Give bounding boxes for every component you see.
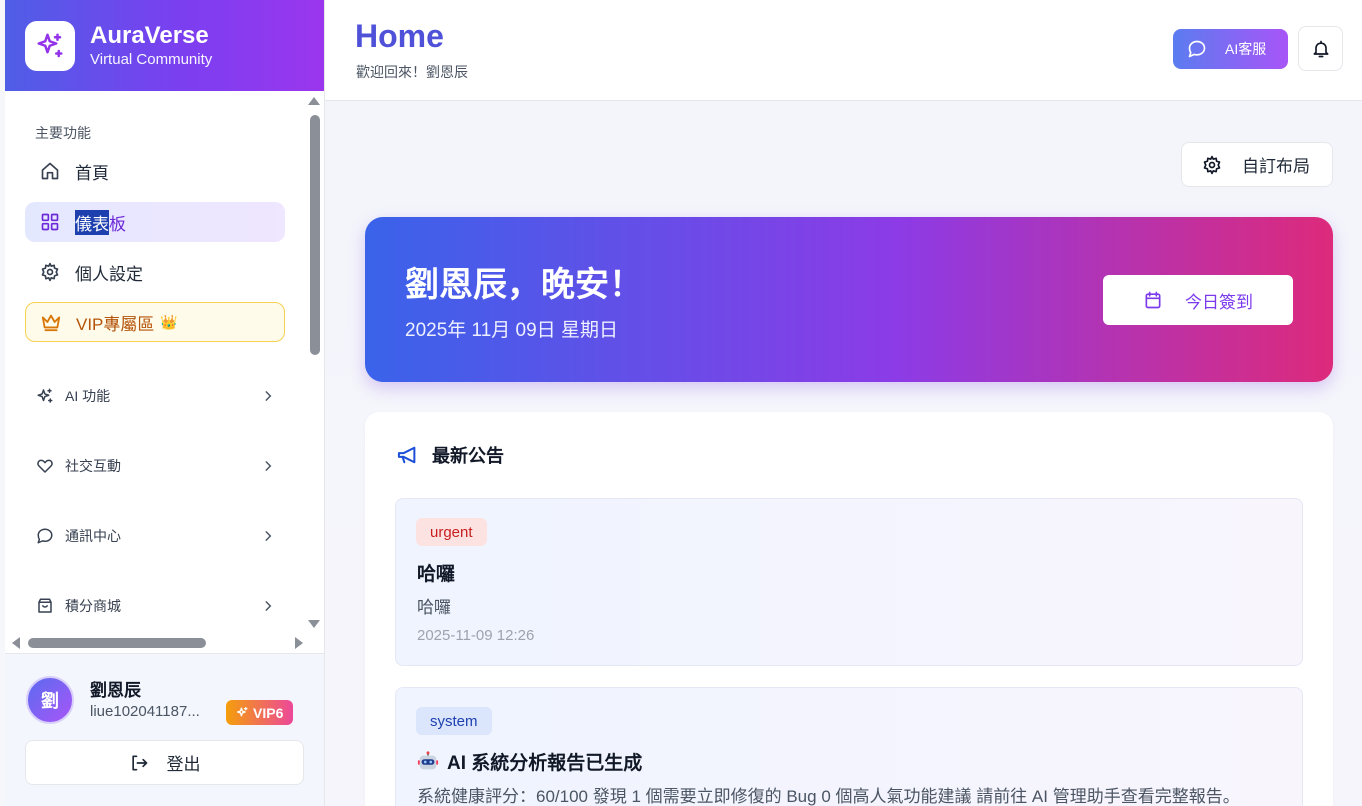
gear-icon [1202,155,1222,175]
crown-emoji-icon: 👑 [160,313,178,330]
gear-icon [39,261,61,283]
announcements-header: 最新公告 [396,442,504,468]
scroll-left-arrow[interactable] [12,637,20,649]
sparkles-logo-icon [25,20,75,71]
user-id: liue102041187... [90,703,200,720]
bell-icon [1311,39,1331,59]
chevron-right-icon [261,459,275,473]
sidebar-group-label: 社交互動 [65,458,121,474]
crown-icon [40,311,62,333]
sidebar-item-dashboard[interactable]: 儀表板 [25,202,285,242]
top-bar: Home 歡迎回來！劉恩辰 AI客服 [325,0,1362,101]
sidebar-item-settings[interactable]: 個人設定 [25,252,285,292]
announcement-time: 2025-11-09 12:26 [417,627,535,644]
chat-icon [35,526,55,546]
greeting-date: 2025年 11月 09日 星期日 [405,320,618,341]
vertical-scrollbar-thumb[interactable] [310,115,320,355]
user-panel: 劉 劉恩辰 liue102041187... VIP6 登出 [5,653,324,806]
dashboard-icon [39,211,61,233]
calendar-icon [1143,290,1163,310]
sidebar-group-label: AI 功能 [65,388,111,404]
main-content: 自訂布局 劉恩辰，晚安！ 2025年 11月 09日 星期日 今日簽到 最新公告… [325,101,1362,806]
announcements-card: 最新公告 urgent 哈囉 哈囉 2025-11-09 12:26 syste… [365,412,1333,806]
sidebar-item-label: VIP專屬區 [76,314,155,334]
brand-subtitle: Virtual Community [90,50,213,68]
sidebar-group-label: 通訊中心 [65,528,121,544]
welcome-message: 歡迎回來！劉恩辰 [356,64,468,80]
megaphone-icon [396,445,420,465]
robot-icon [417,750,439,769]
announcement-body: 系統健康評分：60/100 發現 1 個需要立即修復的 Bug 0 個高人氣功能… [417,787,1240,806]
sidebar-group-shop[interactable]: 積分商城 [35,591,275,621]
sidebar-item-label: 首頁 [75,163,109,183]
sidebar-item-label: 板 [109,214,126,234]
brand-header[interactable]: AuraVerse Virtual Community [5,0,324,91]
ai-service-label: AI客服 [1225,41,1267,57]
announcement-item[interactable]: urgent 哈囉 哈囉 2025-11-09 12:26 [395,498,1303,666]
announcement-title: AI 系統分析報告已生成 [417,748,642,775]
sidebar-nav: 主要功能 首頁 儀表板 個人設定 VIP專屬區 👑 AI 功能 社交互動 通訊中… [5,91,324,636]
scroll-right-arrow[interactable] [295,637,303,649]
sidebar-item-vip[interactable]: VIP專屬區 👑 [25,302,285,342]
sidebar: AuraVerse Virtual Community 主要功能 首頁 儀表板 … [5,0,325,806]
user-name: 劉恩辰 [90,681,141,700]
sidebar-group-ai[interactable]: AI 功能 [35,381,275,411]
page-title: Home [355,18,444,54]
sidebar-item-label: 個人設定 [75,264,143,284]
logout-icon [129,753,149,773]
chevron-right-icon [261,599,275,613]
sparkles-icon [35,386,55,406]
daily-checkin-label: 今日簽到 [1185,292,1253,312]
brand-name: AuraVerse [90,21,209,49]
avatar[interactable]: 劉 [26,676,74,724]
announcements-title: 最新公告 [432,446,504,466]
vip-level-badge: VIP6 [226,700,294,725]
announcement-title-text: AI 系統分析報告已生成 [447,753,643,774]
sidebar-group-messages[interactable]: 通訊中心 [35,521,275,551]
logout-button[interactable]: 登出 [25,740,304,785]
section-label-main: 主要功能 [35,125,91,141]
notifications-button[interactable] [1298,26,1343,71]
sparkles-icon [236,706,249,719]
vip-level-label: VIP6 [253,704,284,721]
chevron-right-icon [261,529,275,543]
home-icon [39,160,61,182]
customize-layout-button[interactable]: 自訂布局 [1181,142,1333,187]
announcement-tag-urgent: urgent [416,518,487,546]
ai-service-button[interactable]: AI客服 [1173,29,1288,69]
heart-icon [35,456,55,476]
shopping-bag-icon [35,596,55,616]
daily-checkin-button[interactable]: 今日簽到 [1103,275,1293,325]
greeting-banner: 劉恩辰，晚安！ 2025年 11月 09日 星期日 今日簽到 [365,217,1333,382]
sidebar-group-social[interactable]: 社交互動 [35,451,275,481]
sidebar-item-label-selected: 儀表 [75,209,109,235]
customize-layout-label: 自訂布局 [1242,157,1310,176]
sidebar-group-label: 積分商城 [65,598,121,614]
logout-label: 登出 [166,755,201,774]
sidebar-item-home[interactable]: 首頁 [25,151,285,191]
chat-icon [1187,39,1207,59]
announcement-title: 哈囉 [417,564,456,585]
horizontal-scrollbar-thumb[interactable] [28,638,206,648]
announcement-body: 哈囉 [417,598,451,617]
greeting-title: 劉恩辰，晚安！ [405,266,643,304]
scroll-up-arrow[interactable] [308,97,320,105]
announcement-tag-system: system [416,707,492,735]
scroll-down-arrow[interactable] [308,620,320,628]
announcement-item[interactable]: system AI 系統分析報告已生成 系統健康評分：60/100 發現 1 個… [395,687,1303,806]
chevron-right-icon [261,389,275,403]
